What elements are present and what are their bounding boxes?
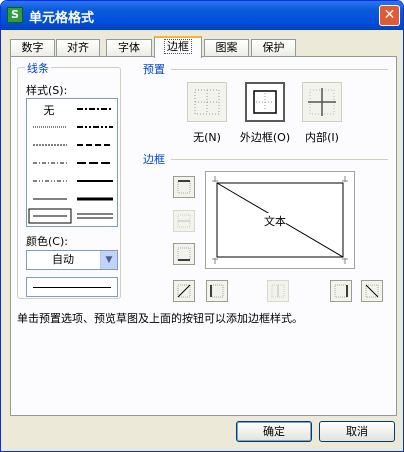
border-top-button[interactable]	[173, 176, 195, 198]
border-bottom-button[interactable]	[173, 243, 195, 265]
preset-outline-label: 外边框(O)	[239, 131, 291, 144]
border-left-button[interactable]	[206, 280, 228, 302]
border-right-icon	[334, 284, 348, 298]
diagonal-down-icon	[365, 284, 379, 298]
tab-number[interactable]: 数字	[10, 39, 55, 57]
tab-pattern[interactable]: 图案	[204, 39, 249, 57]
title-bar: S 单元格格式 ✕	[1, 1, 403, 30]
border-bottom-icon	[177, 247, 191, 261]
border-inside-icon	[308, 88, 336, 116]
cell-format-dialog: S 单元格格式 ✕ 数字 对齐 字体 边框 图案 保护 线条 样式(S): 无	[0, 0, 404, 452]
border-inner-horizontal-button[interactable]	[173, 210, 195, 232]
color-label: 颜色(C):	[26, 235, 68, 248]
close-button[interactable]: ✕	[379, 5, 400, 26]
color-dropdown[interactable]: 自动 ▼	[26, 250, 118, 270]
preset-none-button[interactable]	[187, 82, 227, 122]
preset-outline-button[interactable]	[245, 82, 285, 122]
tab-font[interactable]: 字体	[106, 39, 152, 57]
cancel-button[interactable]: 取消	[319, 421, 395, 442]
diagonal-up-icon	[177, 284, 191, 298]
line-group-title: 线条	[25, 60, 51, 76]
line-style-samples[interactable]	[27, 99, 117, 226]
preset-group-title: 预置	[141, 61, 167, 77]
border-left-icon	[210, 284, 224, 298]
line-preview-sample	[26, 277, 118, 297]
color-value: 自动	[52, 253, 74, 266]
tab-alignment[interactable]: 对齐	[56, 39, 100, 57]
border-preview[interactable]: 文本	[205, 171, 355, 269]
window-title: 单元格格式	[29, 11, 95, 26]
border-right-button[interactable]	[330, 280, 352, 302]
preset-none-label: 无(N)	[193, 131, 221, 144]
border-group-title: 边框	[141, 151, 167, 167]
preview-text: 文本	[264, 213, 286, 229]
border-outline-icon	[253, 90, 277, 114]
border-diagonal-up-button[interactable]	[173, 280, 195, 302]
border-inner-horizontal-icon	[177, 214, 191, 228]
hint-text: 单击预置选项、预览草图及上面的按钮可以添加边框样式。	[17, 312, 303, 325]
preset-inside-button[interactable]	[302, 82, 342, 122]
ok-button[interactable]: 确定	[236, 421, 312, 442]
border-none-icon	[194, 89, 220, 115]
line-style-list[interactable]: 无	[26, 98, 118, 227]
border-top-icon	[177, 180, 191, 194]
tab-protection[interactable]: 保护	[251, 39, 296, 57]
border-inner-vertical-button[interactable]	[267, 280, 289, 302]
preset-inside-label: 内部(I)	[305, 131, 339, 144]
tab-border[interactable]: 边框	[154, 36, 202, 58]
border-diagonal-down-button[interactable]	[361, 280, 383, 302]
app-icon: S	[7, 7, 23, 23]
style-label: 样式(S):	[26, 84, 68, 97]
chevron-down-icon[interactable]: ▼	[100, 251, 117, 269]
border-inner-vertical-icon	[271, 284, 285, 298]
